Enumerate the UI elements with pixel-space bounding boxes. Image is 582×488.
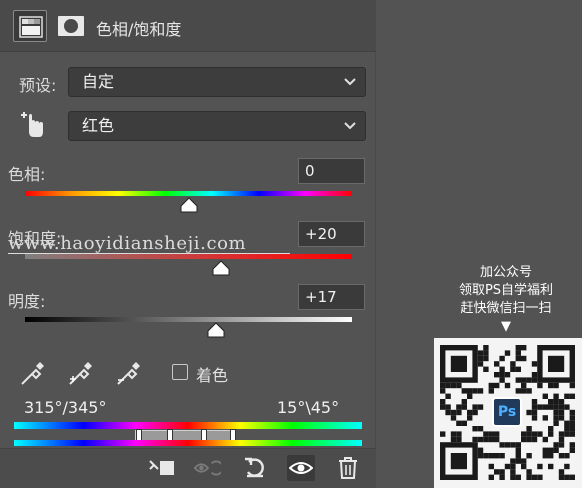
promo-line-3: 赶快微信扫一扫 bbox=[460, 301, 552, 316]
watermark-text: www.haoyidiansheji.com bbox=[8, 233, 247, 254]
lightness-label: 明度: bbox=[8, 292, 46, 311]
down-arrow-icon: ▼ bbox=[501, 319, 511, 334]
lightness-input[interactable]: +17 bbox=[298, 284, 365, 310]
view-previous-state-icon[interactable] bbox=[193, 455, 221, 481]
lightness-slider-track[interactable] bbox=[25, 317, 352, 322]
hue-slider-thumb[interactable] bbox=[180, 197, 198, 213]
promo-line-2: 领取PS自学福利 bbox=[458, 283, 554, 298]
hue-input[interactable]: 0 bbox=[298, 158, 365, 184]
trash-icon[interactable] bbox=[334, 455, 362, 481]
lightness-slider-thumb[interactable] bbox=[207, 322, 225, 338]
channel-select[interactable]: 红色 bbox=[68, 111, 366, 141]
preset-value: 自定 bbox=[82, 72, 115, 91]
saturation-slider-thumb[interactable] bbox=[212, 260, 230, 276]
promo-line-1: 加公众号 bbox=[479, 265, 532, 280]
properties-panel: 色相/饱和度 预设: 自定 红色 色相: 0 饱和度: +20 www.haoy… bbox=[0, 0, 376, 488]
eyedropper-icon[interactable] bbox=[18, 360, 46, 388]
range-left-label: 315°/345° bbox=[24, 398, 107, 417]
chevron-down-icon bbox=[343, 113, 357, 148]
bottom-toolbar bbox=[0, 448, 376, 488]
colorize-checkbox[interactable] bbox=[172, 364, 188, 380]
bottom-color-spectrum bbox=[14, 440, 362, 446]
visibility-eye-icon[interactable] bbox=[287, 455, 315, 481]
preset-label: 预设: bbox=[19, 76, 57, 95]
panel-title: 色相/饱和度 bbox=[96, 20, 182, 39]
layer-mask-icon[interactable] bbox=[54, 10, 88, 42]
range-right-label: 15°\45° bbox=[277, 398, 340, 417]
targeted-adjustment-hand-icon[interactable] bbox=[16, 108, 48, 140]
chevron-down-icon bbox=[343, 69, 357, 104]
clip-to-layer-icon[interactable] bbox=[148, 455, 176, 481]
saturation-slider-track[interactable] bbox=[25, 254, 352, 259]
reset-icon[interactable] bbox=[241, 455, 269, 481]
eyedropper-subtract-icon[interactable] bbox=[114, 360, 142, 388]
colorize-label: 着色 bbox=[196, 366, 229, 385]
preset-select[interactable]: 自定 bbox=[68, 67, 366, 97]
hue-label: 色相: bbox=[8, 165, 46, 184]
panel-header: 色相/饱和度 bbox=[0, 0, 376, 52]
eyedropper-add-icon[interactable] bbox=[66, 360, 94, 388]
photoshop-logo-icon: Ps bbox=[492, 397, 522, 427]
promo-text: 加公众号 领取PS自学福利 赶快微信扫一扫 ▼ bbox=[430, 264, 582, 336]
watermark-underline bbox=[8, 253, 290, 254]
hue-slider-track[interactable] bbox=[25, 191, 352, 196]
saturation-input[interactable]: +20 bbox=[298, 221, 365, 247]
channel-value: 红色 bbox=[82, 116, 115, 135]
levels-adjustment-icon[interactable] bbox=[13, 10, 47, 42]
top-color-spectrum bbox=[14, 422, 362, 429]
